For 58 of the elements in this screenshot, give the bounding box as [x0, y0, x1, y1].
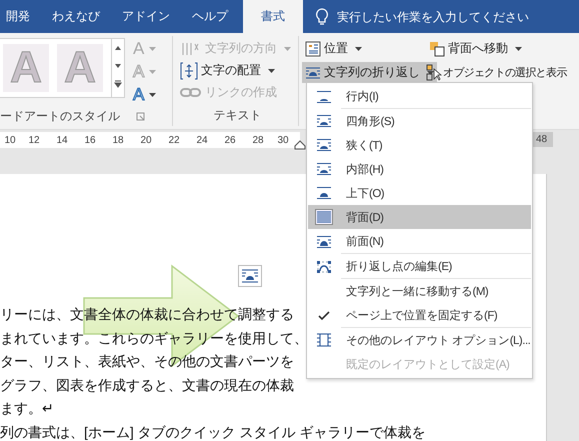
menu-item[interactable]: 内部(H) [308, 157, 531, 181]
body-text-line: ます。↵ [0, 400, 54, 416]
body-text-line: まれています。これらのギャラリーを使用して、 [0, 330, 308, 346]
ribbon-tab[interactable]: 開発 [0, 0, 41, 33]
layout-options-icon [316, 333, 332, 347]
menu-item[interactable]: 背面(D) [308, 205, 531, 229]
position-icon [305, 40, 321, 56]
group-label: テキスト [214, 106, 262, 124]
wrap-icon [316, 234, 332, 248]
ruler-number: 18 [111, 134, 125, 146]
ribbon-tab[interactable]: アドイン [111, 0, 181, 33]
ribbon-tab[interactable]: 書式 [243, 0, 303, 33]
ruler-number: 30 [276, 134, 290, 146]
menu-item[interactable]: 前面(N) [308, 229, 531, 254]
wrap-icon [316, 186, 332, 200]
body-text-line: グラフ、図表を作成すると、文書の現在の体裁 [0, 376, 294, 392]
menu-item[interactable]: 狭く(T) [308, 133, 531, 157]
align-text-icon [180, 62, 198, 80]
ruler-number: 28 [251, 134, 265, 146]
menu-item[interactable]: 上下(O) [308, 181, 531, 205]
wrap-icon [316, 162, 332, 176]
ruler-number: 10 [3, 134, 17, 146]
send-backward-icon [429, 40, 445, 56]
menu-item[interactable]: 四角形(S) [308, 109, 531, 133]
ruler-number: 20 [139, 134, 153, 146]
ruler-number: 24 [195, 134, 209, 146]
wrap-text-icon [305, 66, 321, 80]
ribbon-button[interactable]: 背面へ移動 [426, 38, 525, 59]
ribbon-button[interactable]: 文字列の折り返し [302, 62, 437, 83]
ribbon-button[interactable]: 位置 [302, 38, 365, 59]
layout-options-icon[interactable] [238, 265, 262, 287]
ruler-number: 22 [167, 134, 181, 146]
menu-item[interactable]: 文字列と一緒に移動する(M) [308, 279, 531, 303]
ruler-number: 26 [223, 134, 237, 146]
menu-item[interactable]: 折り返し点の編集(E) [308, 254, 531, 279]
edit-points-icon [316, 260, 332, 274]
body-text-line: ター、リスト、表紙や、その他の文書パーツを [0, 353, 294, 369]
ruler-number: 14 [55, 134, 69, 146]
lightbulb-icon [315, 8, 329, 26]
wrap-icon [316, 90, 332, 104]
ribbon-button[interactable]: 文字の配置 [177, 60, 278, 81]
wrap-icon [316, 138, 332, 152]
menu-item[interactable]: その他のレイアウト オプション(L)... [308, 328, 531, 352]
ruler-number: 12 [27, 134, 41, 146]
menu-item[interactable]: 行内(I) [308, 84, 531, 109]
body-text-line: 列の書式は、[ホーム] タブのクイック スタイル ギャラリーで体裁を [0, 424, 426, 440]
ribbon-tab[interactable]: わえなび [41, 0, 111, 33]
body-text-line: リーには、文書全体の体裁に合わせて調整する [0, 306, 294, 322]
tell-me-field[interactable]: 実行したい作業を入力してください [337, 10, 577, 24]
ruler-number: 16 [83, 134, 97, 146]
wrap-icon [316, 210, 332, 224]
ribbon-tab[interactable]: ヘルプ [181, 0, 239, 33]
dialog-launcher-icon[interactable] [136, 112, 145, 120]
link-icon [180, 86, 202, 98]
wrap-icon [316, 114, 332, 128]
indent-marker-icon[interactable] [294, 140, 306, 150]
menu-item[interactable]: ページ上で位置を固定する(F) [308, 303, 531, 328]
group-label: ードアートのスタイル [0, 108, 120, 124]
